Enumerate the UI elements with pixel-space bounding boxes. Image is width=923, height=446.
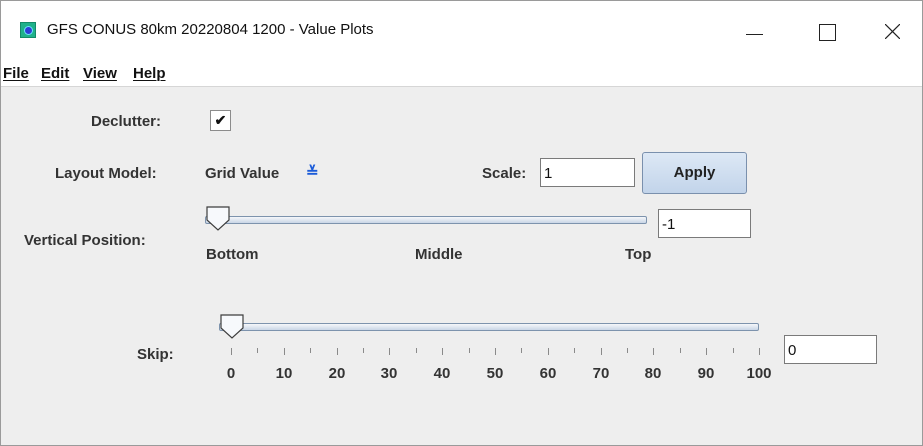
vertical-position-label: Vertical Position:: [24, 232, 146, 249]
skip-major-tick: [548, 348, 549, 355]
skip-minor-tick: [310, 348, 311, 353]
skip-tick-label: 0: [226, 365, 236, 382]
menu-bar: File Edit View Help: [1, 57, 922, 87]
declutter-checkbox[interactable]: ✔: [210, 110, 231, 131]
skip-major-tick: [337, 348, 338, 355]
skip-major-tick: [389, 348, 390, 355]
skip-tick-label: 100: [746, 365, 772, 382]
declutter-label: Declutter:: [91, 113, 162, 130]
skip-tick-label: 70: [592, 365, 610, 382]
chevron-down-icon[interactable]: ≚: [306, 163, 319, 181]
layout-model-label: Layout Model:: [55, 165, 157, 182]
skip-label: Skip:: [137, 346, 174, 363]
skip-track[interactable]: [219, 323, 759, 331]
skip-minor-tick: [469, 348, 470, 353]
skip-minor-tick: [363, 348, 364, 353]
skip-major-tick: [706, 348, 707, 355]
skip-major-tick: [231, 348, 232, 355]
skip-major-tick: [653, 348, 654, 355]
skip-input[interactable]: 0: [784, 335, 877, 364]
menu-view[interactable]: View: [83, 65, 117, 82]
checkmark-icon: ✔: [214, 112, 227, 128]
skip-minor-tick: [627, 348, 628, 353]
skip-major-tick: [284, 348, 285, 355]
skip-minor-tick: [257, 348, 258, 353]
skip-minor-tick: [574, 348, 575, 353]
menu-file[interactable]: File: [3, 65, 29, 82]
skip-major-tick: [601, 348, 602, 355]
skip-major-tick: [759, 348, 760, 355]
skip-major-tick: [495, 348, 496, 355]
vertical-position-input[interactable]: -1: [658, 209, 751, 238]
menu-edit[interactable]: Edit: [41, 65, 69, 82]
skip-tick-label: 30: [380, 365, 398, 382]
skip-tick-label: 60: [539, 365, 557, 382]
vertical-position-track[interactable]: [205, 216, 647, 224]
vertical-tick-bottom: Bottom: [206, 246, 259, 263]
app-icon: [20, 22, 36, 38]
skip-tick-label: 40: [433, 365, 451, 382]
vertical-tick-top: Top: [625, 246, 652, 263]
skip-major-tick: [442, 348, 443, 355]
layout-model-dropdown[interactable]: Grid Value: [205, 165, 279, 182]
skip-tick-label: 90: [697, 365, 715, 382]
skip-minor-tick: [733, 348, 734, 353]
scale-input[interactable]: 1: [540, 158, 635, 187]
skip-tick-label: 80: [644, 365, 662, 382]
maximize-button[interactable]: [804, 9, 850, 49]
skip-tick-label: 10: [275, 365, 293, 382]
skip-tick-label: 50: [486, 365, 504, 382]
minimize-button[interactable]: [732, 9, 778, 49]
title-bar[interactable]: GFS CONUS 80km 20220804 1200 - Value Plo…: [1, 1, 922, 57]
value-plots-window: GFS CONUS 80km 20220804 1200 - Value Plo…: [0, 0, 923, 446]
vertical-position-slider-thumb[interactable]: [205, 205, 231, 233]
skip-tick-label: 20: [328, 365, 346, 382]
skip-minor-tick: [521, 348, 522, 353]
skip-minor-tick: [680, 348, 681, 353]
vertical-tick-middle: Middle: [415, 246, 463, 263]
scale-label: Scale:: [482, 165, 527, 182]
menu-help[interactable]: Help: [133, 65, 166, 82]
close-icon: [885, 24, 900, 39]
skip-minor-tick: [416, 348, 417, 353]
window-title: GFS CONUS 80km 20220804 1200 - Value Plo…: [47, 21, 374, 38]
close-button[interactable]: [869, 9, 915, 49]
skip-slider-thumb[interactable]: [219, 313, 245, 341]
apply-button[interactable]: Apply: [642, 152, 747, 194]
